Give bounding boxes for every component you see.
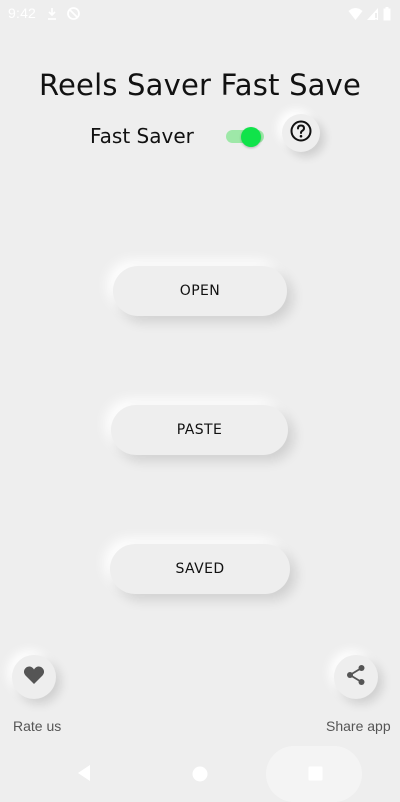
fast-saver-toggle[interactable]	[226, 127, 266, 147]
rate-us-label: Rate us	[13, 718, 62, 734]
home-icon[interactable]	[192, 766, 208, 786]
wifi-icon	[348, 6, 363, 25]
open-button[interactable]: OPEN	[113, 266, 287, 316]
saved-button-label: SAVED	[175, 561, 225, 577]
status-time: 9:42	[8, 5, 37, 21]
app-title: Reels Saver Fast Save	[38, 68, 362, 102]
fast-saver-row: Fast Saver	[0, 118, 400, 154]
share-app-button[interactable]	[334, 655, 378, 699]
share-icon	[346, 664, 366, 690]
help-button[interactable]	[282, 114, 320, 152]
signal-icon	[366, 6, 379, 25]
recents-icon[interactable]	[308, 766, 323, 785]
battery-icon	[383, 6, 391, 25]
share-app-label: Share app	[326, 718, 391, 734]
paste-button[interactable]: PASTE	[111, 405, 288, 455]
rate-us-button[interactable]	[12, 655, 56, 699]
fast-saver-label: Fast Saver	[90, 124, 194, 148]
download-icon	[46, 6, 58, 25]
heart-icon	[23, 665, 45, 689]
help-circle-icon	[290, 120, 312, 146]
sync-icon	[66, 6, 81, 25]
status-bar: 9:42	[0, 0, 400, 26]
back-icon[interactable]	[76, 764, 92, 786]
open-button-label: OPEN	[179, 283, 221, 299]
navigation-bar	[0, 752, 400, 800]
paste-button-label: PASTE	[176, 422, 223, 438]
saved-button[interactable]: SAVED	[110, 544, 290, 594]
toggle-thumb	[241, 127, 261, 147]
